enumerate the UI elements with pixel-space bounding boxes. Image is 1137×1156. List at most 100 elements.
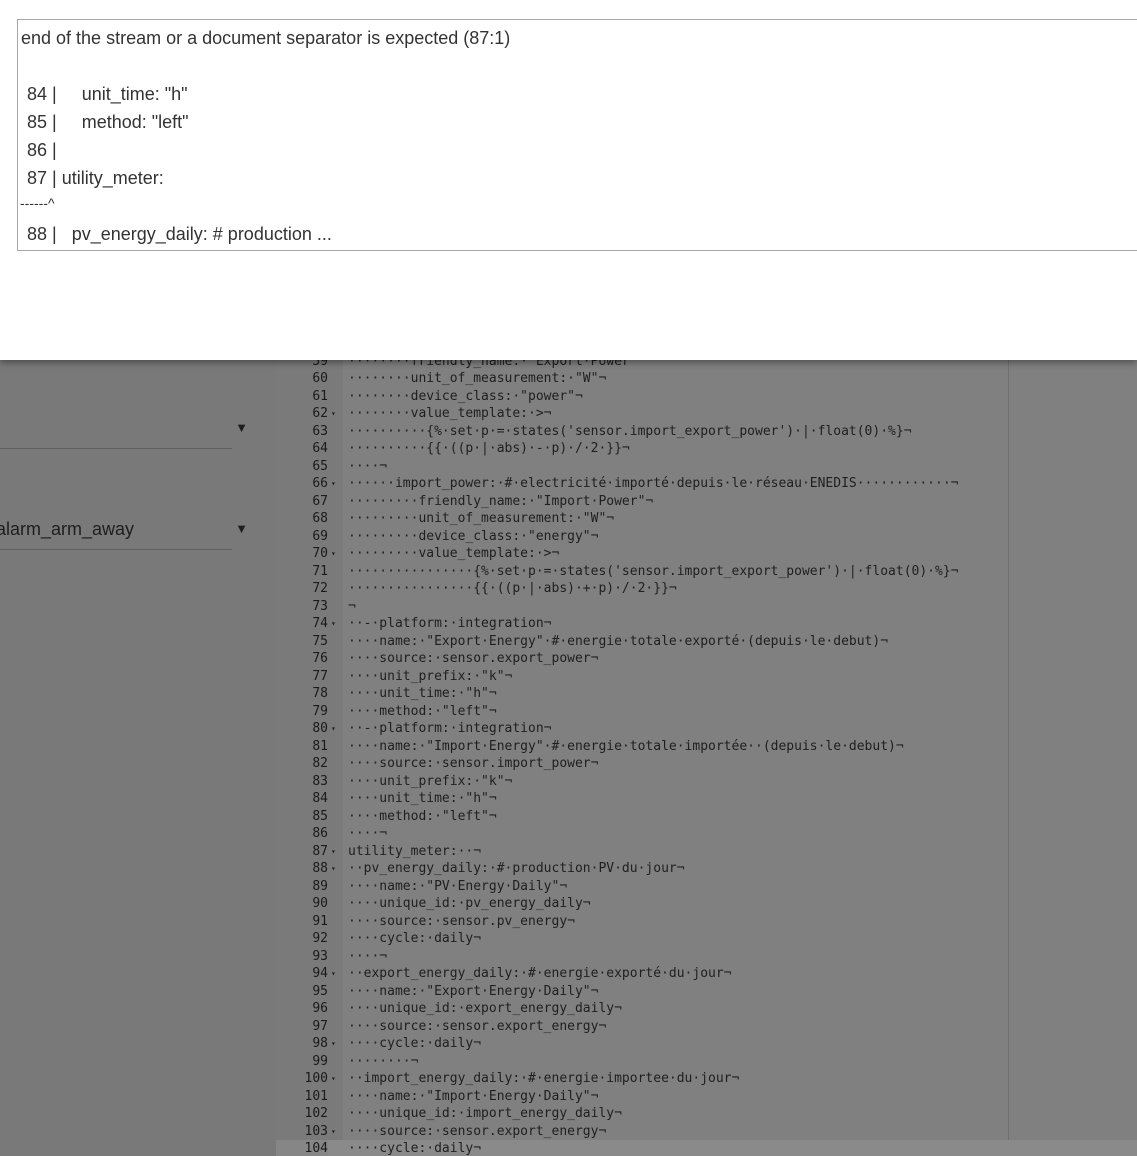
code-line[interactable]: 69 ·········device_class:·"energy"¬: [276, 528, 1137, 546]
line-code: ····name:·"Import·Energy"·#·energie·tota…: [348, 738, 904, 754]
code-line[interactable]: 88 ▾ ··pv_energy_daily:·#·production·PV·du…: [276, 860, 1137, 878]
error-context-line: 88 | pv_energy_daily: # production ...: [22, 224, 332, 244]
code-line[interactable]: 81 ····name:·"Import·Energy"·#·energie·to…: [276, 738, 1137, 756]
line-number: 88: [312, 861, 328, 876]
code-line[interactable]: 93 ····¬: [276, 948, 1137, 966]
fold-toggle-icon[interactable]: ▾: [331, 1123, 341, 1141]
error-message: end of the stream or a document separato…: [21, 28, 511, 48]
code-line[interactable]: 68 ·········unit_of_measurement:·"W"¬: [276, 510, 1137, 528]
code-editor[interactable]: 59 ········friendly_name:·"Export·Power" 6…: [276, 360, 1137, 1156]
code-line[interactable]: 83 ····unit_prefix:·"k"¬: [276, 773, 1137, 791]
line-code: ·········device_class:·"energy"¬: [348, 528, 599, 544]
code-line[interactable]: 103 ▾ ····source:·sensor.export_energy¬: [276, 1123, 1137, 1141]
fold-toggle-icon[interactable]: ▾: [331, 720, 341, 738]
code-line[interactable]: 96 ····unique_id:·export_energy_daily¬: [276, 1000, 1137, 1018]
code-line[interactable]: 104 ····cycle:·daily¬: [276, 1140, 1137, 1156]
fold-toggle-icon[interactable]: ▾: [331, 475, 341, 493]
dropdown-arrow-icon[interactable]: ▼: [235, 521, 248, 536]
line-number: 76: [312, 651, 328, 666]
code-line[interactable]: 92 ····cycle:·daily¬: [276, 930, 1137, 948]
code-line[interactable]: 70 ▾ ·········value_template:·>¬: [276, 545, 1137, 563]
line-code: ····unique_id:·export_energy_daily¬: [348, 1001, 622, 1016]
code-line[interactable]: 97 ····source:·sensor.export_energy¬: [276, 1018, 1137, 1036]
line-number: 78: [312, 686, 328, 701]
line-number: 73: [312, 598, 328, 614]
code-line[interactable]: 60 ········unit_of_measurement:·"W"¬: [276, 370, 1137, 388]
line-code: ····name:·"Export·Energy·Daily"¬: [348, 983, 599, 999]
line-code: ········value_template:·>¬: [348, 406, 552, 421]
line-code: ····name:·"PV·Energy·Daily"¬: [348, 878, 568, 894]
fold-toggle-icon[interactable]: ▾: [331, 965, 341, 983]
code-line[interactable]: 61 ········device_class:·"power"¬: [276, 388, 1137, 406]
line-code: utility_meter:··¬: [348, 843, 482, 859]
error-popup: end of the stream or a document separato…: [0, 0, 1137, 360]
code-line[interactable]: 87 ▾ utility_meter:··¬: [276, 843, 1137, 861]
fold-toggle-icon[interactable]: ▾: [331, 860, 341, 878]
code-line[interactable]: 85 ····method:·"left"¬: [276, 808, 1137, 826]
line-number: 77: [312, 668, 328, 684]
dropdown-arrow-icon[interactable]: ▼: [235, 420, 248, 435]
service-select[interactable]: alarm_arm_away ▼: [0, 509, 248, 550]
line-code: ··-·platform:·integration¬: [348, 721, 552, 736]
code-line[interactable]: 84 ····unit_time:·"h"¬: [276, 790, 1137, 808]
code-line[interactable]: 74 ▾ ··-·platform:·integration¬: [276, 615, 1137, 633]
code-line[interactable]: 59 ········friendly_name:·"Export·Power": [276, 360, 1137, 370]
line-code: ····name:·"Export·Energy"·#·energie·tota…: [348, 633, 889, 649]
code-line[interactable]: 99 ········¬: [276, 1053, 1137, 1071]
fold-toggle-icon[interactable]: ▾: [331, 1035, 341, 1053]
code-line[interactable]: 77 ····unit_prefix:·"k"¬: [276, 668, 1137, 686]
code-line[interactable]: 72 ················{{·((p·|·abs)·+·p)·/·2…: [276, 580, 1137, 598]
error-message-box: end of the stream or a document separato…: [17, 19, 1137, 251]
error-context-line: 84 | unit_time: "h": [22, 84, 188, 104]
fold-toggle-icon[interactable]: ▾: [331, 615, 341, 633]
code-line[interactable]: 95 ····name:·"Export·Energy·Daily"¬: [276, 983, 1137, 1001]
code-line[interactable]: 86 ····¬: [276, 825, 1137, 843]
code-line[interactable]: 82 ····source:·sensor.import_power¬: [276, 755, 1137, 773]
code-line[interactable]: 64 ··········{{·((p·|·abs)·-·p)·/·2·}}¬: [276, 440, 1137, 458]
code-line[interactable]: 66 ▾ ······import_power:·#·electricité·imp…: [276, 475, 1137, 493]
code-line[interactable]: 89 ····name:·"PV·Energy·Daily"¬: [276, 878, 1137, 896]
fold-toggle-icon[interactable]: ▾: [331, 843, 341, 861]
code-line[interactable]: 63 ··········{%·set·p·=·states('sensor.im…: [276, 423, 1137, 441]
code-line[interactable]: 98 ▾ ····cycle:·daily¬: [276, 1035, 1137, 1053]
code-line[interactable]: 62 ▾ ········value_template:·>¬: [276, 405, 1137, 423]
code-line[interactable]: 65 ····¬: [276, 458, 1137, 476]
code-line[interactable]: 76 ····source:·sensor.export_power¬: [276, 650, 1137, 668]
code-line[interactable]: 73 ¬: [276, 598, 1137, 616]
line-code: ················{{·((p·|·abs)·+·p)·/·2·}…: [348, 581, 677, 596]
line-code: ····cycle:·daily¬: [348, 1036, 482, 1051]
code-line[interactable]: 100 ▾ ··import_energy_daily:·#·energie·imp…: [276, 1070, 1137, 1088]
line-code: ····cycle:·daily¬: [348, 931, 482, 946]
line-number: 60: [312, 371, 328, 386]
code-line[interactable]: 71 ················{%·set·p·=·states('sen…: [276, 563, 1137, 581]
line-code: ··import_energy_daily:·#·energie·importe…: [348, 1071, 740, 1086]
line-code: ····unit_prefix:·"k"¬: [348, 773, 513, 789]
error-context-line: 86 |: [22, 140, 57, 160]
line-number: 64: [312, 441, 328, 456]
code-line[interactable]: 67 ·········friendly_name:·"Import·Power"…: [276, 493, 1137, 511]
line-number: 84: [312, 791, 328, 806]
entity-select-1[interactable]: ▼: [0, 408, 248, 449]
code-line[interactable]: 78 ····unit_time:·"h"¬: [276, 685, 1137, 703]
code-line[interactable]: 80 ▾ ··-·platform:·integration¬: [276, 720, 1137, 738]
code-line[interactable]: 90 ····unique_id:·pv_energy_daily¬: [276, 895, 1137, 913]
line-number: 74: [312, 616, 328, 631]
line-number: 69: [312, 528, 328, 544]
line-number: 96: [312, 1001, 328, 1016]
line-code: ····cycle:·daily¬: [348, 1141, 482, 1156]
line-number: 86: [312, 826, 328, 841]
code-line[interactable]: 101 ····name:·"Import·Energy·Daily"¬: [276, 1088, 1137, 1106]
line-code: ··-·platform:·integration¬: [348, 616, 552, 631]
line-code: ··········{%·set·p·=·states('sensor.impo…: [348, 423, 912, 439]
code-line[interactable]: 79 ····method:·"left"¬: [276, 703, 1137, 721]
code-line[interactable]: 94 ▾ ··export_energy_daily:·#·energie·expo…: [276, 965, 1137, 983]
fold-toggle-icon[interactable]: ▾: [331, 405, 341, 423]
code-line[interactable]: 75 ····name:·"Export·Energy"·#·energie·to…: [276, 633, 1137, 651]
line-number: 82: [312, 756, 328, 771]
fold-toggle-icon[interactable]: ▾: [331, 545, 341, 563]
fold-toggle-icon[interactable]: ▾: [331, 1070, 341, 1088]
code-line[interactable]: 91 ····source:·sensor.pv_energy¬: [276, 913, 1137, 931]
code-line[interactable]: 102 ····unique_id:·import_energy_daily¬: [276, 1105, 1137, 1123]
error-caret-line: ------^: [20, 195, 55, 211]
line-number: 93: [312, 948, 328, 964]
